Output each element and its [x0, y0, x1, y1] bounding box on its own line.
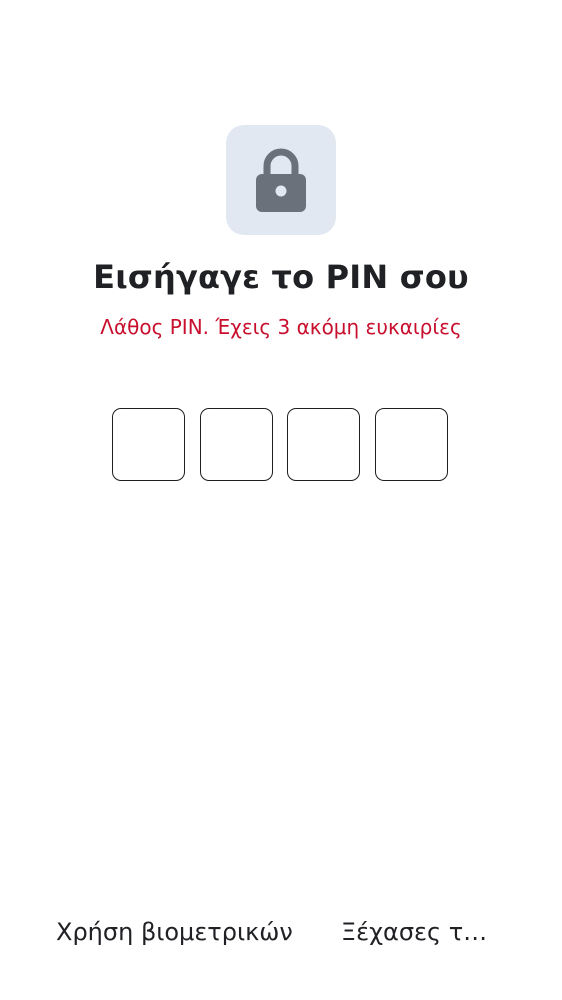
- pin-digit-2[interactable]: [200, 408, 273, 481]
- pin-entry-screen: Εισήγαγε το PIN σου Λάθος PIN. Έχεις 3 α…: [0, 0, 562, 1000]
- error-message: Λάθος PIN. Έχεις 3 ακόμη ευκαιρίες: [100, 315, 462, 339]
- lock-icon: [254, 146, 308, 214]
- pin-digit-4[interactable]: [375, 408, 448, 481]
- page-title: Εισήγαγε το PIN σου: [93, 258, 469, 296]
- forgot-pin-button[interactable]: Ξέχασες το PIN σου;: [341, 915, 501, 949]
- lock-badge: [226, 125, 336, 235]
- pin-digit-1[interactable]: [112, 408, 185, 481]
- pin-input-group: [112, 408, 450, 483]
- pin-digit-3[interactable]: [287, 408, 360, 481]
- use-biometrics-button[interactable]: Χρήση βιομετρικών: [56, 915, 296, 949]
